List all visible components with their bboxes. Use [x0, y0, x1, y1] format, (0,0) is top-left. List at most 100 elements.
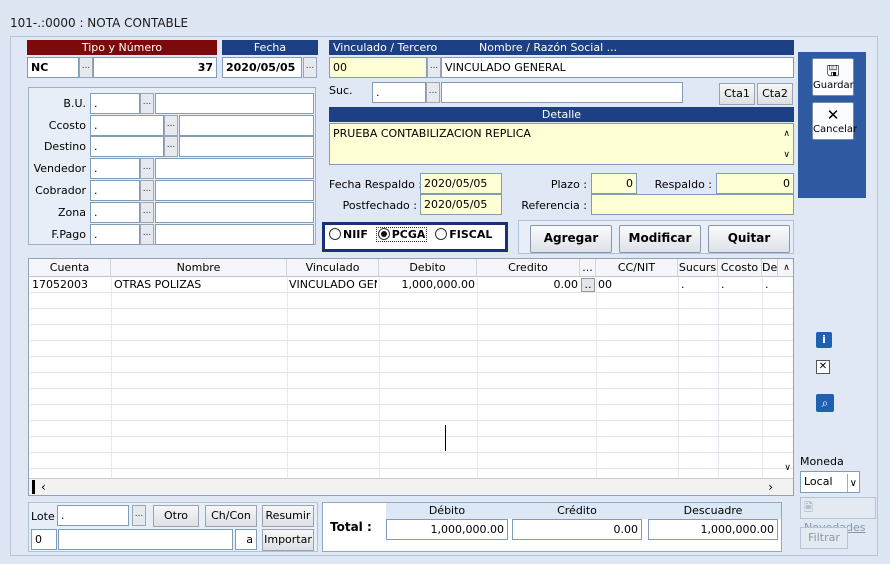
ccosto-field[interactable]: . — [90, 115, 164, 136]
moneda-select[interactable]: Local ∨ — [800, 471, 860, 493]
respaldo-field[interactable]: 0 — [716, 173, 794, 194]
modificar-button[interactable]: Modificar — [619, 225, 701, 253]
vinculado-name-field[interactable]: VINCULADO GENERAL — [441, 57, 794, 78]
suc-name-field[interactable] — [441, 82, 683, 103]
vinculado-code-field[interactable]: 00 — [329, 57, 427, 78]
chcon-button[interactable]: Ch/Con — [205, 505, 257, 527]
cancelar-button[interactable]: ✕ Cancelar — [812, 102, 858, 140]
guardar-button[interactable]: 🖫 Guardar — [812, 58, 854, 96]
fecha-field[interactable]: 2020/05/05 — [222, 57, 302, 78]
radio-fiscal[interactable]: FISCAL — [435, 228, 492, 241]
ccosto-lookup-button[interactable]: ... — [164, 115, 178, 136]
detalle-header: Detalle — [329, 107, 794, 122]
col-cuenta[interactable]: Cuenta — [29, 259, 111, 277]
entries-grid[interactable]: Cuenta Nombre Vinculado Debito Credito .… — [28, 258, 794, 496]
detalle-textarea[interactable]: PRUEBA CONTABILIZACION REPLICA ∧ ∨ — [329, 123, 794, 165]
scroll-left-icon[interactable]: ‹ — [41, 480, 46, 494]
horizontal-scrollbar[interactable]: ‹ › ∨ — [29, 463, 793, 495]
search-icon[interactable]: ⌕ — [816, 394, 834, 412]
grid-header: Cuenta Nombre Vinculado Debito Credito .… — [29, 259, 793, 277]
scroll-down-icon[interactable]: ∨ — [784, 463, 791, 473]
col-debito[interactable]: Debito — [379, 259, 477, 277]
col-sucurs[interactable]: Sucurs — [678, 259, 718, 277]
lote-lookup-button[interactable]: ... — [132, 505, 146, 526]
radio-pcga[interactable]: PCGA — [375, 227, 428, 242]
scroll-up-icon[interactable]: ∧ — [783, 126, 790, 142]
text-cursor — [445, 425, 446, 451]
col-nombre[interactable]: Nombre — [111, 259, 287, 277]
cancelar-label: Cancelar — [813, 124, 858, 135]
fecha-picker-button[interactable]: ... — [303, 57, 317, 78]
lote-desc-field[interactable] — [58, 529, 233, 550]
suc-lookup-button[interactable]: ... — [426, 82, 440, 103]
cobrador-name-field[interactable] — [155, 180, 314, 201]
cta2-button[interactable]: Cta2 — [757, 83, 793, 105]
grid-divider — [762, 277, 763, 478]
cobrador-lookup-button[interactable]: ... — [140, 180, 154, 201]
referencia-label: Referencia : — [521, 199, 587, 212]
scroll-thumb[interactable] — [32, 480, 35, 494]
quitar-button[interactable]: Quitar — [708, 225, 790, 253]
bu-field[interactable]: . — [90, 93, 140, 114]
tipo-lookup-button[interactable]: ... — [79, 57, 93, 78]
radio-fiscal-circle — [435, 228, 448, 240]
vendedor-field[interactable]: . — [90, 158, 140, 179]
cell-debito: 1,000,000.00 — [401, 278, 475, 291]
clear-icon[interactable]: ✕ — [816, 360, 830, 374]
fecha-respaldo-field[interactable]: 2020/05/05 — [420, 173, 502, 194]
scroll-right-icon[interactable]: › — [768, 480, 773, 494]
fpago-lookup-button[interactable]: ... — [140, 224, 154, 245]
plazo-field[interactable]: 0 — [591, 173, 637, 194]
fpago-name-field[interactable] — [155, 224, 314, 245]
referencia-field[interactable] — [591, 194, 794, 215]
guardar-label: Guardar — [813, 80, 854, 91]
lote-a-field[interactable]: a — [235, 529, 257, 550]
total-credito-field: 0.00 — [512, 519, 642, 540]
vendedor-lookup-button[interactable]: ... — [140, 158, 154, 179]
suc-field[interactable]: . — [372, 82, 426, 103]
tipo-code-field[interactable]: NC — [27, 57, 79, 78]
zona-name-field[interactable] — [155, 202, 314, 223]
col-ccnit[interactable]: CC/NIT — [596, 259, 678, 277]
filtrar-button[interactable]: Filtrar — [800, 527, 848, 549]
grid-divider — [678, 277, 679, 478]
grid-divider — [111, 277, 112, 478]
lote-field[interactable]: . — [57, 505, 129, 526]
scroll-up-icon[interactable]: ∧ — [778, 259, 793, 277]
cell-ccnit: 00 — [598, 278, 612, 291]
zona-lookup-button[interactable]: ... — [140, 202, 154, 223]
numero-field[interactable]: 37 — [93, 57, 217, 78]
chevron-down-icon[interactable]: ∨ — [846, 474, 857, 492]
resumir-button[interactable]: Resumir — [262, 505, 314, 527]
ccosto-name-field[interactable] — [179, 115, 314, 136]
bu-lookup-button[interactable]: ... — [140, 93, 154, 114]
scroll-down-icon[interactable]: ∨ — [783, 147, 790, 163]
zona-field[interactable]: . — [90, 202, 140, 223]
col-credito[interactable]: Credito — [477, 259, 580, 277]
lote-num-field[interactable]: 0 — [31, 529, 57, 550]
otro-button[interactable]: Otro — [153, 505, 199, 527]
col-btn[interactable]: ... — [580, 259, 596, 277]
bu-name-field[interactable] — [155, 93, 314, 114]
info-icon[interactable]: i — [816, 332, 832, 348]
radio-pcga-label: PCGA — [391, 228, 426, 241]
cobrador-field[interactable]: . — [90, 180, 140, 201]
postfechado-field[interactable]: 2020/05/05 — [420, 194, 502, 215]
destino-name-field[interactable] — [179, 136, 314, 157]
grid-divider — [477, 277, 478, 478]
col-vinculado[interactable]: Vinculado — [287, 259, 379, 277]
total-descuadre-field: 1,000,000.00 — [648, 519, 778, 540]
importar-button[interactable]: Importar — [262, 529, 314, 551]
fpago-field[interactable]: . — [90, 224, 140, 245]
vendedor-name-field[interactable] — [155, 158, 314, 179]
vinculado-lookup-button[interactable]: ... — [427, 57, 441, 78]
radio-niif[interactable]: NIIF — [329, 228, 368, 241]
col-de[interactable]: De — [762, 259, 778, 277]
novedades-button[interactable]: 🗎 Novedades — [800, 497, 876, 534]
destino-lookup-button[interactable]: ... — [164, 136, 178, 157]
destino-field[interactable]: . — [90, 136, 164, 157]
col-ccosto[interactable]: Ccosto — [718, 259, 762, 277]
agregar-button[interactable]: Agregar — [530, 225, 612, 253]
cell-lookup-button[interactable]: .. — [581, 278, 595, 292]
cta1-button[interactable]: Cta1 — [719, 83, 755, 105]
